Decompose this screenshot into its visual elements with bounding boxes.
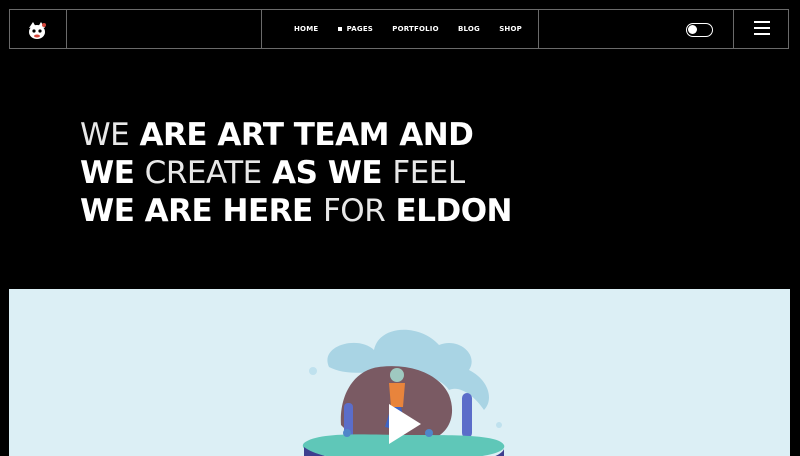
hero-text: FOR bbox=[322, 193, 386, 229]
theme-toggle[interactable] bbox=[686, 23, 713, 37]
hero-text: AS WE bbox=[272, 155, 383, 191]
play-icon[interactable] bbox=[389, 404, 421, 444]
site-header: HOME PAGES PORTFOLIO BLOG SHOP bbox=[9, 9, 789, 49]
hero-line-3: WE ARE HERE FOR ELDON bbox=[80, 192, 513, 230]
header-divider bbox=[66, 10, 67, 48]
hero-text: WE ARE HERE bbox=[80, 193, 313, 229]
hero-line-2: WE CREATE AS WE FEEL bbox=[80, 154, 512, 192]
hamburger-menu-icon[interactable] bbox=[754, 21, 770, 37]
header-divider bbox=[261, 10, 262, 48]
nav-shop[interactable]: SHOP bbox=[499, 25, 522, 33]
video-section bbox=[9, 289, 790, 456]
hero-text: CREATE bbox=[144, 155, 263, 191]
nav-blog[interactable]: BLOG bbox=[458, 25, 480, 33]
hero-heading: WE ARE ART TEAM AND WE CREATE AS WE FEEL… bbox=[80, 116, 513, 230]
nav-portfolio[interactable]: PORTFOLIO bbox=[392, 25, 438, 33]
hero-text: ELDON bbox=[395, 193, 513, 229]
active-bullet-icon bbox=[337, 27, 342, 31]
header-divider bbox=[733, 10, 734, 48]
nav-pages[interactable]: PAGES bbox=[337, 25, 374, 33]
logo-icon[interactable] bbox=[25, 19, 49, 41]
nav-pages-label: PAGES bbox=[346, 25, 374, 33]
header-divider bbox=[538, 10, 539, 48]
hero-text: WE bbox=[80, 117, 130, 153]
main-nav: HOME PAGES PORTFOLIO BLOG SHOP bbox=[282, 10, 536, 48]
theme-toggle-icon bbox=[688, 25, 697, 34]
hero-text: WE bbox=[80, 155, 135, 191]
nav-home[interactable]: HOME bbox=[294, 25, 318, 33]
hero-line-1: WE ARE ART TEAM AND bbox=[80, 116, 512, 154]
hero-text: FEEL bbox=[392, 155, 465, 191]
hero-text: ARE ART TEAM AND bbox=[139, 117, 474, 153]
